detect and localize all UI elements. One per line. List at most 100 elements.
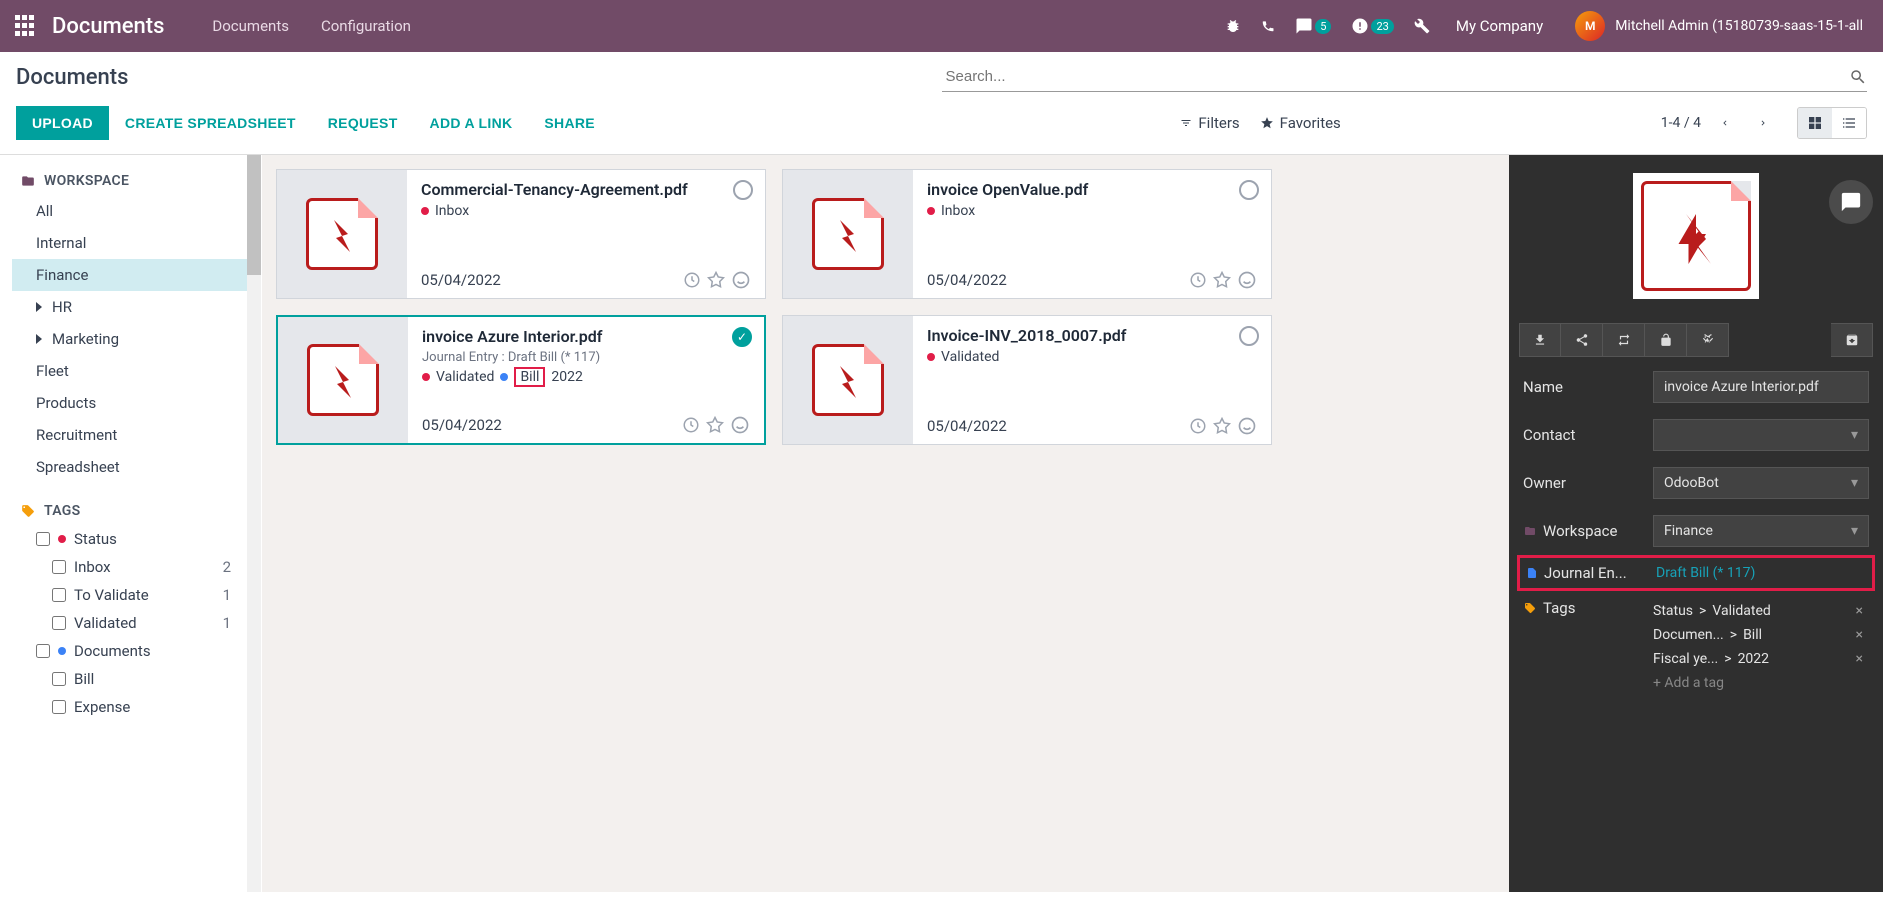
main: WORKSPACE All Internal Finance HR Market…	[0, 155, 1883, 892]
share-button[interactable]: SHARE	[528, 106, 611, 140]
smiley-icon[interactable]	[731, 270, 751, 290]
floating-message-button[interactable]	[1829, 180, 1873, 224]
lock-button[interactable]	[1645, 323, 1687, 357]
sidebar-item-hr[interactable]: HR	[12, 291, 257, 323]
create-spreadsheet-button[interactable]: CREATE SPREADSHEET	[109, 106, 312, 140]
document-card[interactable]: Invoice-INV_2018_0007.pdf Validated 05/0…	[782, 315, 1272, 445]
request-button[interactable]: REQUEST	[312, 106, 414, 140]
list-view-button[interactable]	[1832, 108, 1866, 138]
card-select-toggle[interactable]	[1239, 180, 1259, 200]
pdf-icon	[1666, 209, 1726, 269]
field-owner: Owner OdooBot▾	[1509, 459, 1883, 507]
activities-icon[interactable]: 23	[1341, 17, 1403, 35]
pdf-icon	[812, 198, 884, 270]
details-toolbar	[1509, 317, 1883, 363]
pager-prev[interactable]	[1711, 109, 1739, 137]
checkbox[interactable]	[52, 588, 66, 602]
replace-button[interactable]	[1603, 323, 1645, 357]
apps-icon[interactable]	[12, 12, 40, 40]
share-button[interactable]	[1561, 323, 1603, 357]
tools-icon[interactable]	[1404, 18, 1440, 34]
clock-icon[interactable]	[1189, 271, 1207, 289]
archive-button[interactable]	[1831, 323, 1873, 357]
tag-status[interactable]: Status	[12, 525, 257, 553]
tag-expense[interactable]: Expense	[12, 693, 257, 721]
sidebar-item-spreadsheet[interactable]: Spreadsheet	[12, 451, 257, 483]
nav-documents[interactable]: Documents	[196, 3, 305, 49]
document-card[interactable]: invoice OpenValue.pdf Inbox 05/04/2022	[782, 169, 1272, 299]
star-icon[interactable]	[706, 416, 724, 434]
remove-tag-button[interactable]: ×	[1850, 651, 1869, 667]
pdf-icon	[812, 344, 884, 416]
field-tags: Tags Status > Validated×Documen... > Bil…	[1509, 591, 1883, 703]
clock-icon[interactable]	[1189, 417, 1207, 435]
status-dot	[58, 535, 66, 543]
sidebar-item-fleet[interactable]: Fleet	[12, 355, 257, 387]
remove-tag-button[interactable]: ×	[1850, 627, 1869, 643]
download-button[interactable]	[1519, 323, 1561, 357]
pdf-icon	[306, 198, 378, 270]
kanban-view-button[interactable]	[1798, 108, 1832, 138]
sidebar-item-all[interactable]: All	[12, 195, 257, 227]
user-menu[interactable]: M Mitchell Admin (15180739-saas-15-1-all	[1559, 11, 1871, 41]
split-button[interactable]	[1687, 323, 1729, 357]
sidebar-item-finance[interactable]: Finance	[12, 259, 257, 291]
nav-configuration[interactable]: Configuration	[305, 3, 427, 49]
clock-icon[interactable]	[682, 416, 700, 434]
star-icon[interactable]	[707, 271, 725, 289]
card-tags: Validated	[927, 349, 1257, 365]
card-select-toggle[interactable]	[1239, 326, 1259, 346]
add-link-button[interactable]: ADD A LINK	[414, 106, 529, 140]
activities-badge: 23	[1371, 19, 1393, 34]
contact-select[interactable]: ▾	[1653, 419, 1869, 451]
search-bar[interactable]	[942, 62, 1868, 92]
checkbox[interactable]	[36, 532, 50, 546]
journal-link[interactable]: Draft Bill (* 117)	[1656, 565, 1866, 581]
card-select-toggle[interactable]	[732, 327, 752, 347]
card-select-toggle[interactable]	[733, 180, 753, 200]
smiley-icon[interactable]	[1237, 416, 1257, 436]
name-input[interactable]: invoice Azure Interior.pdf	[1653, 371, 1869, 403]
tag-label: 2022	[551, 369, 582, 385]
remove-tag-button[interactable]: ×	[1850, 603, 1869, 619]
tag-validated[interactable]: Validated1	[12, 609, 257, 637]
checkbox[interactable]	[36, 644, 50, 658]
phone-icon[interactable]	[1251, 19, 1285, 33]
scrollbar[interactable]	[247, 155, 261, 892]
checkbox[interactable]	[52, 672, 66, 686]
messages-icon[interactable]: 5	[1285, 17, 1341, 35]
clock-icon[interactable]	[683, 271, 701, 289]
checkbox[interactable]	[52, 616, 66, 630]
sidebar-item-products[interactable]: Products	[12, 387, 257, 419]
debug-icon[interactable]	[1215, 18, 1251, 34]
checkbox[interactable]	[52, 560, 66, 574]
folder-icon	[20, 174, 36, 188]
tag-documents[interactable]: Documents	[12, 637, 257, 665]
smiley-icon[interactable]	[730, 415, 750, 435]
star-icon[interactable]	[1213, 417, 1231, 435]
tag-to-validate[interactable]: To Validate1	[12, 581, 257, 609]
filters-button[interactable]: Filters	[1180, 114, 1239, 132]
tag-bill[interactable]: Bill	[12, 665, 257, 693]
sidebar-item-recruitment[interactable]: Recruitment	[12, 419, 257, 451]
sidebar-item-internal[interactable]: Internal	[12, 227, 257, 259]
owner-select[interactable]: OdooBot▾	[1653, 467, 1869, 499]
smiley-icon[interactable]	[1237, 270, 1257, 290]
company-selector[interactable]: My Company	[1440, 17, 1559, 35]
pager-next[interactable]	[1749, 109, 1777, 137]
document-card[interactable]: invoice Azure Interior.pdfJournal Entry …	[276, 315, 766, 445]
topbar: Documents Documents Configuration 5 23 M…	[0, 0, 1883, 52]
tag-inbox[interactable]: Inbox2	[12, 553, 257, 581]
workspace-select[interactable]: Finance▾	[1653, 515, 1869, 547]
tag-dot	[927, 207, 935, 215]
sidebar-item-marketing[interactable]: Marketing	[12, 323, 257, 355]
detail-tag-row: Fiscal ye... > 2022×	[1653, 647, 1869, 671]
field-journal: Journal En... Draft Bill (* 117)	[1520, 558, 1872, 588]
star-icon[interactable]	[1213, 271, 1231, 289]
upload-button[interactable]: UPLOAD	[16, 106, 109, 140]
favorites-button[interactable]: Favorites	[1260, 114, 1341, 132]
checkbox[interactable]	[52, 700, 66, 714]
add-tag-button[interactable]: + Add a tag	[1653, 671, 1869, 695]
document-card[interactable]: Commercial-Tenancy-Agreement.pdf Inbox 0…	[276, 169, 766, 299]
search-input[interactable]	[942, 62, 1850, 91]
